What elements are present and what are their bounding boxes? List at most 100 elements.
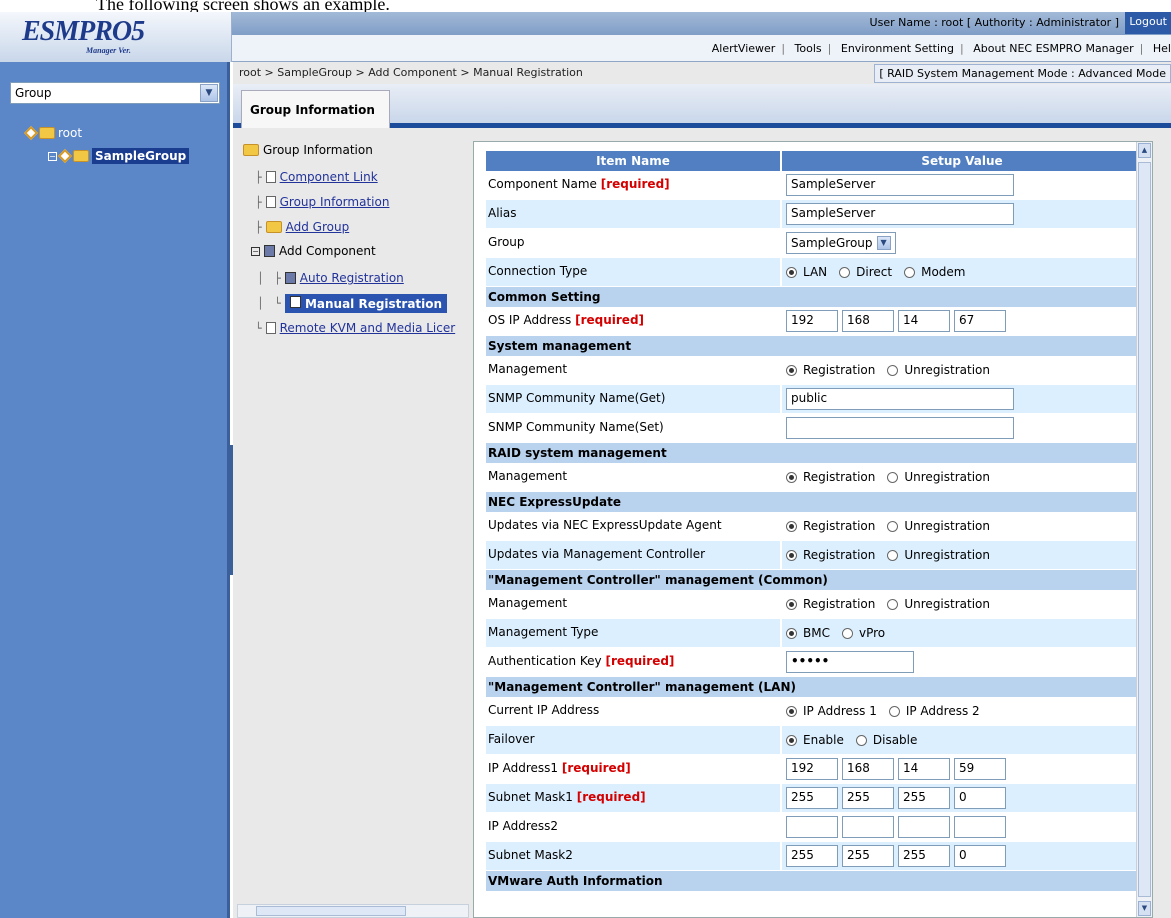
required-tag: [required] (600, 177, 670, 191)
ip2-octet-2[interactable] (842, 816, 894, 838)
folder-icon (265, 221, 282, 233)
tree-root[interactable]: root (23, 125, 82, 141)
mask2-octet-1[interactable]: 255 (786, 845, 838, 867)
ip2-octet-1[interactable] (786, 816, 838, 838)
nav-component-link[interactable]: Component Link (280, 170, 378, 184)
row-current-ip: Current IP Address IP Address 1 IP Addre… (486, 697, 1142, 726)
ip1-octet-2[interactable]: 168 (842, 758, 894, 780)
mask1-octet-1[interactable]: 255 (786, 787, 838, 809)
radio-modem[interactable] (904, 266, 916, 278)
nav-item-add-group[interactable]: ├ Add Group (255, 220, 349, 234)
ip1-octet-4[interactable]: 59 (954, 758, 1006, 780)
mask2-octet-2[interactable]: 255 (842, 845, 894, 867)
snmp-set-input[interactable] (786, 417, 1014, 439)
group-dropdown[interactable]: SampleGroup ▼ (786, 232, 896, 254)
mask1-octet-3[interactable]: 255 (898, 787, 950, 809)
tree-sample-group[interactable]: − SampleGroup (48, 148, 190, 164)
radio-ip-address-2[interactable] (888, 705, 900, 717)
grid-header: Item Name Setup Value (486, 151, 1142, 171)
chevron-down-icon[interactable]: ▼ (200, 84, 218, 102)
tools-link[interactable]: Tools (795, 42, 822, 55)
row-subnet-mask2: Subnet Mask2 255 255 255 0 (486, 842, 1142, 871)
ip2-octet-3[interactable] (898, 816, 950, 838)
scrollbar-thumb[interactable] (256, 906, 406, 916)
os-ip-octet-3[interactable]: 14 (898, 310, 950, 332)
nav-item-auto-registration[interactable]: │ ├ Auto Registration (257, 271, 404, 285)
nav-item-group-information[interactable]: ├ Group Information (255, 195, 389, 209)
ip2-octet-4[interactable] (954, 816, 1006, 838)
radio-label: BMC (803, 626, 830, 640)
radio-label: Registration (803, 519, 876, 533)
alertviewer-link[interactable]: AlertViewer (712, 42, 776, 55)
radio-lan[interactable] (786, 266, 797, 278)
label: Updates via NEC ExpressUpdate Agent (488, 518, 722, 532)
mask1-octet-4[interactable]: 0 (954, 787, 1006, 809)
radio-disable[interactable] (855, 734, 867, 746)
radio-bmc[interactable] (786, 627, 797, 639)
snmp-get-input[interactable]: public (786, 388, 1014, 410)
radio-registration[interactable] (786, 549, 797, 561)
radio-unregistration[interactable] (887, 520, 899, 532)
section-express-update: NEC ExpressUpdate (486, 492, 1142, 512)
component-icon (23, 125, 39, 141)
radio-registration[interactable] (786, 520, 797, 532)
radio-unregistration[interactable] (887, 364, 899, 376)
nav-group-information[interactable]: Group Information (280, 195, 390, 209)
user-info: User Name : root [ Authority : Administr… (869, 16, 1119, 29)
header-bar: User Name : root [ Authority : Administr… (232, 12, 1171, 35)
nav-item-remote-kvm[interactable]: └ Remote KVM and Media Licer (255, 321, 455, 335)
nav-horizontal-scrollbar[interactable] (237, 904, 469, 918)
row-component-name: Component Name [required] SampleServer (486, 171, 1142, 200)
about-link[interactable]: About NEC ESMPRO Manager (973, 42, 1133, 55)
breadcrumb: root > SampleGroup > Add Component > Man… (239, 66, 583, 79)
logout-button[interactable]: Logout (1125, 12, 1171, 34)
content-vertical-scrollbar[interactable]: ▲ ▼ (1136, 142, 1152, 917)
os-ip-octet-1[interactable]: 192 (786, 310, 838, 332)
os-ip-octet-2[interactable]: 168 (842, 310, 894, 332)
nav-add-group[interactable]: Add Group (286, 220, 350, 234)
nav-item-add-component[interactable]: − Add Component (251, 244, 376, 258)
help-link[interactable]: Hel (1153, 42, 1171, 55)
app-header: ESMPRO5 Manager Ver. User Name : root [ … (0, 12, 1171, 62)
section-mc-common: "Management Controller" management (Comm… (486, 570, 1142, 590)
environment-setting-link[interactable]: Environment Setting (841, 42, 954, 55)
ip1-octet-1[interactable]: 192 (786, 758, 838, 780)
radio-enable[interactable] (786, 734, 797, 746)
radio-registration[interactable] (786, 364, 797, 376)
nav-remote-kvm[interactable]: Remote KVM and Media Licer (280, 321, 456, 335)
radio-vpro[interactable] (841, 627, 853, 639)
component-name-input[interactable]: SampleServer (786, 174, 1014, 196)
scrollbar-thumb[interactable] (1138, 162, 1151, 897)
auth-key-input[interactable]: ••••• (786, 651, 914, 673)
collapse-icon[interactable]: − (48, 151, 57, 161)
radio-registration[interactable] (786, 598, 797, 610)
os-ip-octet-4[interactable]: 67 (954, 310, 1006, 332)
radio-unregistration[interactable] (887, 471, 899, 483)
radio-direct[interactable] (839, 266, 851, 278)
row-failover: Failover Enable Disable (486, 726, 1142, 755)
mask2-octet-3[interactable]: 255 (898, 845, 950, 867)
scroll-down-icon[interactable]: ▼ (1138, 901, 1151, 916)
nav-item-component-link[interactable]: ├ Component Link (255, 170, 378, 184)
label: Alias (488, 206, 517, 220)
collapse-icon[interactable]: − (251, 246, 260, 256)
nav-auto-registration[interactable]: Auto Registration (300, 271, 404, 285)
logo: ESMPRO5 (22, 16, 145, 47)
mask2-octet-4[interactable]: 0 (954, 845, 1006, 867)
radio-ip-address-1[interactable] (786, 705, 797, 717)
required-tag: [required] (561, 761, 631, 775)
tab-group-information[interactable]: Group Information (241, 90, 390, 128)
mask1-octet-2[interactable]: 255 (842, 787, 894, 809)
radio-unregistration[interactable] (887, 598, 899, 610)
radio-unregistration[interactable] (887, 549, 899, 561)
nav-manual-registration[interactable]: Manual Registration (284, 294, 448, 313)
chevron-down-icon[interactable]: ▼ (876, 236, 891, 250)
alias-input[interactable]: SampleServer (786, 203, 1014, 225)
radio-registration[interactable] (786, 471, 797, 483)
nav-item-manual-registration[interactable]: │ └ Manual Registration (257, 294, 448, 313)
scroll-up-icon[interactable]: ▲ (1138, 143, 1151, 158)
ip1-octet-3[interactable]: 14 (898, 758, 950, 780)
group-select[interactable]: Group ▼ (10, 82, 220, 104)
radio-label: Unregistration (904, 470, 990, 484)
label: Management (488, 596, 568, 610)
